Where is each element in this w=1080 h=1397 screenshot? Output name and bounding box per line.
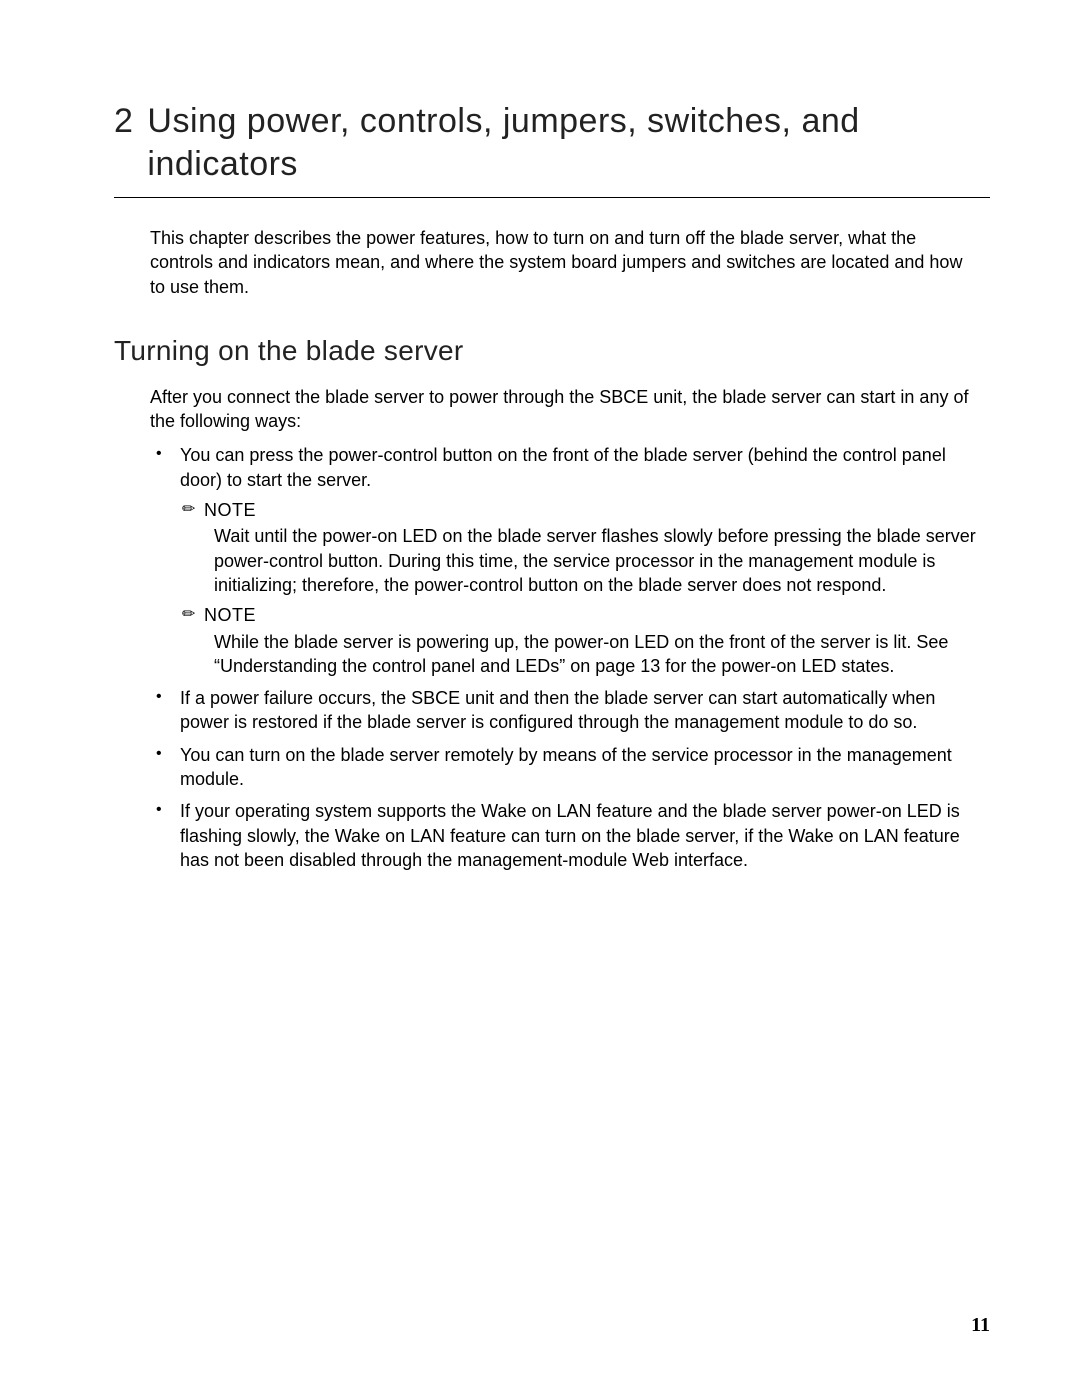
chapter-number: 2 xyxy=(114,100,133,143)
section-intro-paragraph: After you connect the blade server to po… xyxy=(150,385,980,434)
list-item: You can press the power-control button o… xyxy=(150,443,980,678)
chapter-title: 2 Using power, controls, jumpers, switch… xyxy=(114,100,990,185)
note-block: ✏ NOTE While the blade server is powerin… xyxy=(180,603,980,678)
chapter-title-text: Using power, controls, jumpers, switches… xyxy=(147,100,990,185)
list-item: You can turn on the blade server remotel… xyxy=(150,743,980,792)
note-body: Wait until the power-on LED on the blade… xyxy=(214,524,980,597)
list-item: If your operating system supports the Wa… xyxy=(150,799,980,872)
bullet-list: You can press the power-control button o… xyxy=(150,443,980,872)
pencil-icon: ✏ xyxy=(180,607,198,623)
note-header: ✏ NOTE xyxy=(180,603,980,627)
note-header: ✏ NOTE xyxy=(180,498,980,522)
list-item-text: You can press the power-control button o… xyxy=(180,445,946,489)
pencil-icon: ✏ xyxy=(180,502,198,518)
list-item: If a power failure occurs, the SBCE unit… xyxy=(150,686,980,735)
list-item-text: If a power failure occurs, the SBCE unit… xyxy=(180,688,935,732)
chapter-intro-paragraph: This chapter describes the power feature… xyxy=(150,226,980,299)
note-label: NOTE xyxy=(204,498,256,522)
title-underline xyxy=(114,197,990,198)
page-number: 11 xyxy=(971,1314,990,1337)
section-title: Turning on the blade server xyxy=(114,335,990,367)
note-body: While the blade server is powering up, t… xyxy=(214,630,980,679)
list-item-text: If your operating system supports the Wa… xyxy=(180,801,960,870)
note-block: ✏ NOTE Wait until the power-on LED on th… xyxy=(180,498,980,597)
note-label: NOTE xyxy=(204,603,256,627)
list-item-text: You can turn on the blade server remotel… xyxy=(180,745,952,789)
document-page: 2 Using power, controls, jumpers, switch… xyxy=(0,0,1080,1397)
